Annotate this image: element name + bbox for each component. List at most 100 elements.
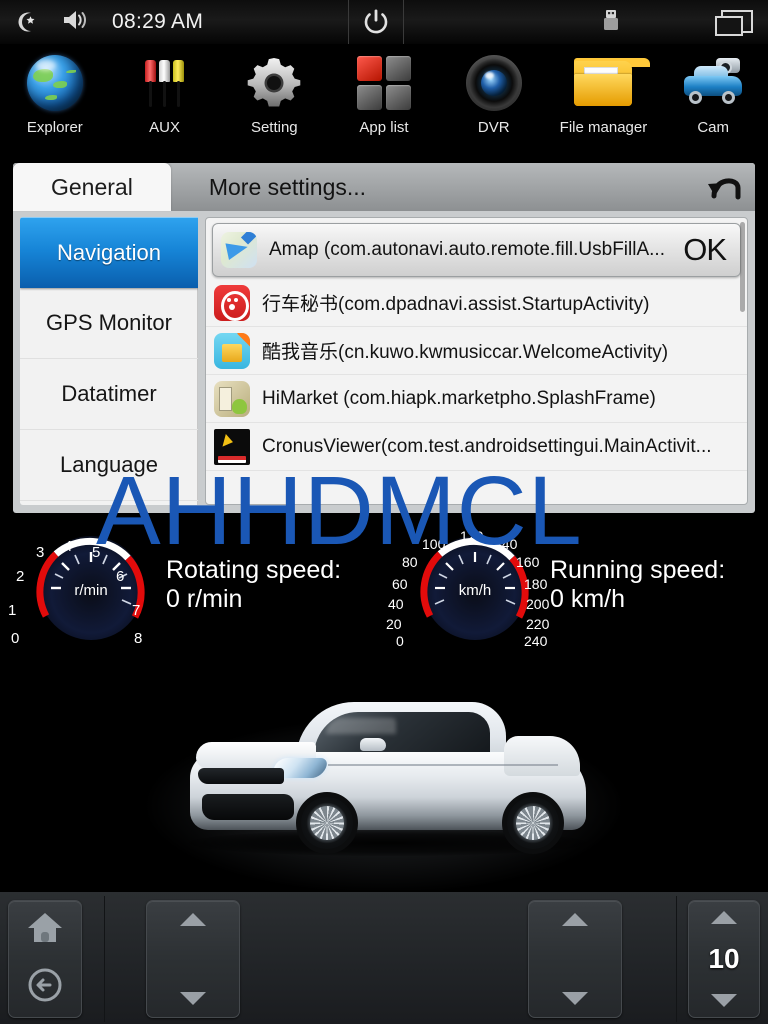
up-arrow-icon[interactable] — [711, 911, 737, 924]
settings-tabbar: General More settings... — [13, 163, 755, 211]
right-temp-stepper[interactable] — [528, 900, 622, 1018]
tab-more-settings[interactable]: More settings... — [171, 163, 404, 211]
list-item[interactable]: Amap (com.autonavi.auto.remote.fill.UsbF… — [212, 223, 741, 277]
up-arrow-icon[interactable] — [180, 913, 206, 926]
gear-icon — [243, 52, 305, 114]
app-dock: Explorer AUX Setting App list DVR File m… — [0, 44, 768, 161]
sidebar-item-language[interactable]: Language — [20, 430, 198, 501]
dock-label: Explorer — [26, 119, 83, 136]
nav-buttons-panel — [8, 900, 82, 1018]
speedometer-block: km/h 120 100 140 80 160 60 180 40 200 20… — [386, 520, 725, 650]
dock-label: AUX — [149, 119, 180, 136]
back-arrow-icon[interactable] — [697, 163, 755, 211]
speed-tick: 200 — [526, 596, 550, 612]
list-item-label: 行车秘书(com.dpadnavi.assist.StartupActivity… — [262, 294, 650, 315]
speed-tick: 40 — [388, 596, 404, 612]
dock-label: Cam — [697, 119, 729, 136]
list-item-label: HiMarket (com.hiapk.marketpho.SplashFram… — [262, 387, 656, 409]
globe-icon — [24, 52, 86, 114]
tach-tick: 4 — [64, 538, 73, 555]
dock-label: Setting — [250, 119, 298, 136]
speed-tick: 120 — [460, 528, 484, 544]
volume-stepper[interactable]: 10 — [688, 900, 760, 1018]
tachometer-readout: Rotating speed: 0 r/min — [166, 556, 341, 614]
tachometer-block: r/min 4 5 3 6 2 7 1 8 0 Rotating speed: … — [8, 520, 341, 650]
speed-tick: 80 — [402, 554, 418, 570]
vehicle-gauges: r/min 4 5 3 6 2 7 1 8 0 Rotating speed: … — [0, 520, 768, 670]
speed-tick: 100 — [422, 536, 446, 552]
car-camera-icon — [682, 52, 744, 114]
tach-tick: 8 — [134, 630, 143, 647]
tab-general[interactable]: General — [13, 163, 171, 211]
tach-tick: 5 — [92, 544, 101, 561]
climate-control-bar: A/C SYNC AUTO — [0, 890, 768, 1024]
tach-tick: 0 — [11, 630, 20, 647]
car-photo-stage — [0, 668, 768, 890]
speedometer-readout: Running speed: 0 km/h — [550, 556, 725, 614]
speedometer-readout-label: Running speed: — [550, 556, 726, 585]
himarket-icon — [214, 380, 250, 417]
list-item[interactable]: HiMarket (com.hiapk.marketpho.SplashFram… — [206, 375, 747, 423]
down-arrow-icon[interactable] — [180, 992, 206, 1005]
dock-item-dvr[interactable]: DVR — [439, 44, 549, 136]
speed-tick: 240 — [524, 633, 548, 649]
dock-item-aux[interactable]: AUX — [110, 44, 220, 136]
speed-tick: 60 — [392, 576, 408, 592]
camera-lens-icon — [463, 52, 525, 114]
tach-tick: 7 — [132, 602, 141, 619]
app-grid-icon — [353, 52, 415, 114]
cronus-viewer-icon — [214, 428, 250, 465]
tach-tick: 1 — [8, 602, 17, 619]
tach-tick: 2 — [16, 568, 25, 585]
status-bar: 08:29 AM — [0, 0, 768, 44]
list-item-label: CronusViewer(com.test.androidsettingui.M… — [262, 435, 712, 457]
tach-tick: 6 — [116, 568, 125, 585]
kuwo-music-icon — [214, 332, 250, 369]
list-item[interactable]: 行车秘书(com.dpadnavi.assist.StartupActivity… — [206, 279, 747, 327]
list-item[interactable]: CronusViewer(com.test.androidsettingui.M… — [206, 423, 747, 471]
down-arrow-icon[interactable] — [711, 994, 737, 1007]
sidebar-item-navigation[interactable]: Navigation — [20, 217, 198, 288]
speed-tick: 160 — [516, 554, 540, 570]
speed-tick: 20 — [386, 616, 402, 632]
divider — [676, 896, 677, 1022]
dock-item-cam[interactable]: Cam — [658, 44, 768, 136]
rca-cables-icon — [134, 52, 196, 114]
speed-tick: 220 — [526, 616, 550, 632]
usb-icon — [600, 8, 622, 41]
status-bar-clock: 08:29 AM — [112, 10, 204, 33]
list-item-label: 酷我音乐(cn.kuwo.kwmusiccar.WelcomeActivity) — [262, 342, 669, 363]
dock-label: File manager — [559, 119, 648, 136]
volume-value: 10 — [708, 943, 740, 974]
folder-icon — [572, 52, 651, 114]
home-icon[interactable] — [25, 909, 65, 950]
speed-tick: 140 — [494, 536, 518, 552]
ok-button[interactable]: OK — [683, 232, 727, 268]
sidebar-item-datatimer[interactable]: Datatimer — [20, 359, 198, 430]
volume-icon — [62, 8, 90, 37]
tach-tick: 3 — [36, 544, 45, 561]
amap-icon — [221, 232, 257, 268]
dock-item-explorer[interactable]: Explorer — [0, 44, 110, 136]
recents-windows-icon[interactable] — [714, 9, 754, 42]
up-arrow-icon[interactable] — [562, 913, 588, 926]
tachometer-gauge: r/min 4 5 3 6 2 7 1 8 0 — [8, 520, 166, 650]
xingche-mishu-icon — [214, 284, 250, 321]
app-list-scrollbar[interactable] — [740, 222, 745, 312]
left-temp-stepper[interactable] — [146, 900, 240, 1018]
power-icon[interactable] — [348, 0, 404, 44]
down-arrow-icon[interactable] — [562, 992, 588, 1005]
dock-item-setting[interactable]: Setting — [219, 44, 329, 136]
list-item-label: Amap (com.autonavi.auto.remote.fill.UsbF… — [269, 239, 665, 260]
list-item[interactable]: 酷我音乐(cn.kuwo.kwmusiccar.WelcomeActivity) — [206, 327, 747, 375]
speedometer-gauge: km/h 120 100 140 80 160 60 180 40 200 20… — [386, 520, 550, 650]
navigation-app-list[interactable]: Amap (com.autonavi.auto.remote.fill.UsbF… — [205, 217, 748, 505]
settings-sidebar: Navigation GPS Monitor Datatimer Languag… — [20, 217, 198, 505]
back-circle-icon[interactable] — [25, 965, 65, 1010]
moon-star-icon — [14, 9, 40, 35]
dock-label: App list — [359, 119, 409, 136]
dock-item-file-manager[interactable]: File manager — [549, 44, 659, 136]
sidebar-item-gps-monitor[interactable]: GPS Monitor — [20, 288, 198, 359]
settings-body: Navigation GPS Monitor Datatimer Languag… — [13, 211, 755, 513]
dock-item-app-list[interactable]: App list — [329, 44, 439, 136]
